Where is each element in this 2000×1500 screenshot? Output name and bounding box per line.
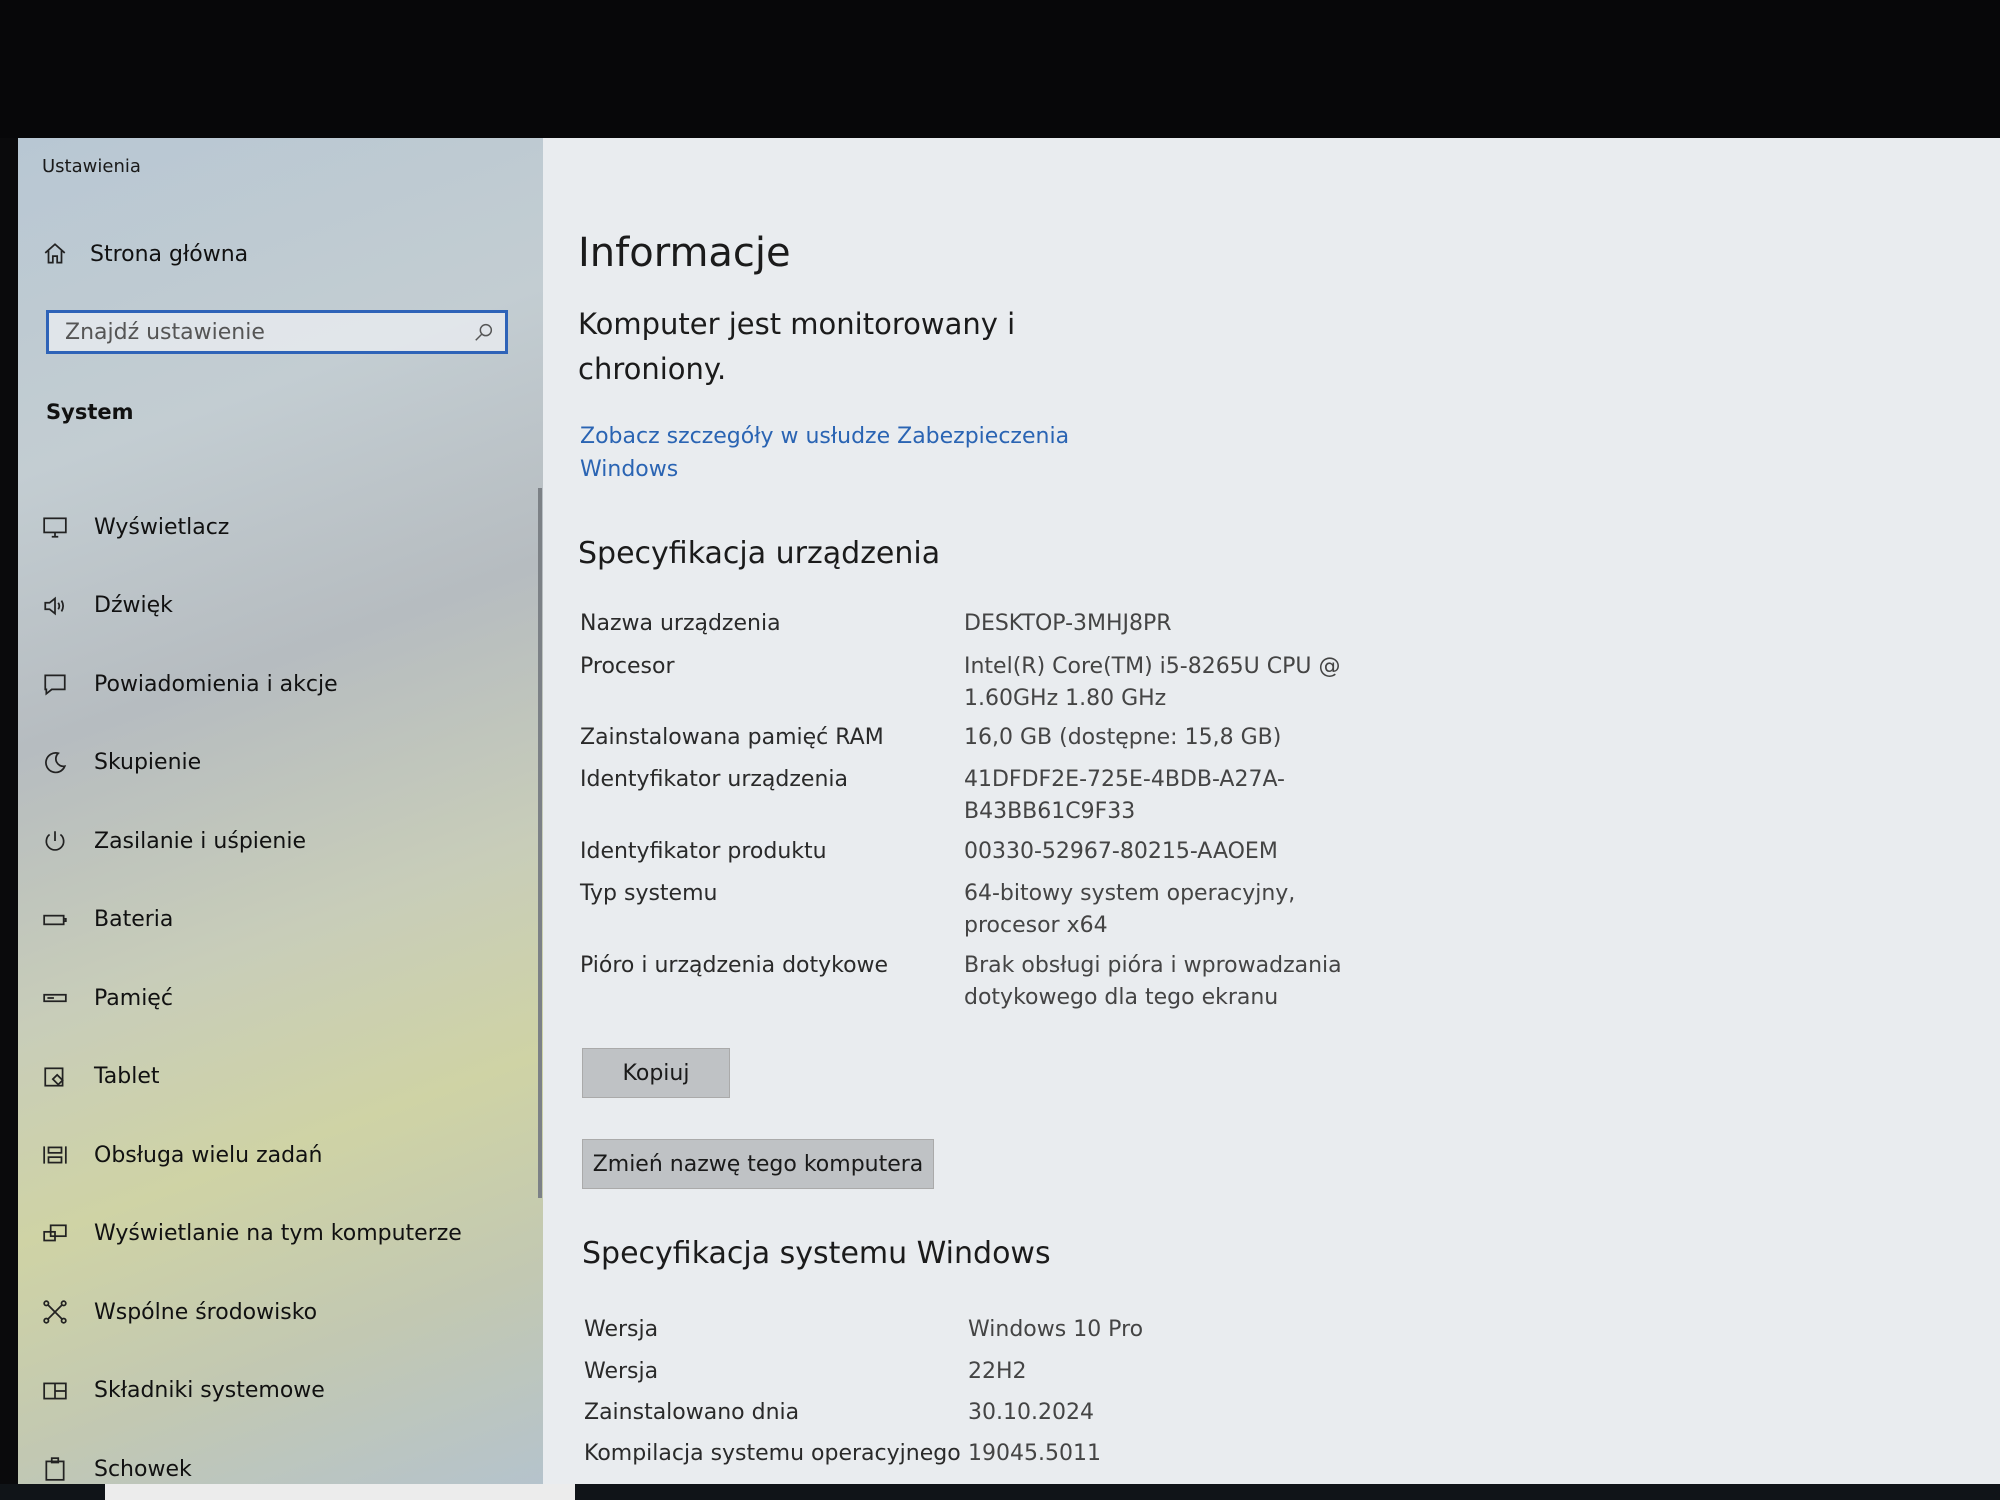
battery-icon [43,914,67,925]
projecting-icon [43,1224,67,1242]
power-icon [45,831,65,852]
spec-row: Zainstalowano dnia 30.10.2024 [584,1397,1584,1438]
rename-pc-button[interactable]: Zmień nazwę tego komputera [582,1139,934,1189]
sidebar: Ustawienia Strona główna System Wyświetl… [18,138,543,1484]
sidebar-item-shared-experiences[interactable]: Wspólne środowisko [42,1273,522,1352]
spec-value: Intel(R) Core(TM) i5-8265U CPU @ 1.60GHz… [964,654,1341,711]
device-spec-table: Nazwa urządzenia DESKTOP-3MHJ8PR Proceso… [580,608,1580,1022]
settings-window: Ustawienia Strona główna System Wyświetl… [18,138,2000,1484]
spec-key: Pióro i urządzenia dotykowe [580,953,889,978]
page-title: Informacje [578,230,791,276]
spec-key: Zainstalowano dnia [584,1400,800,1425]
sidebar-item-label: Tablet [94,1064,160,1090]
notification-icon [44,674,66,696]
sidebar-item-power-sleep[interactable]: Zasilanie i uśpienie [42,802,522,881]
sidebar-item-clipboard[interactable]: Schowek [42,1430,522,1484]
spec-value: 19045.5011 [968,1441,1101,1466]
windows-spec-table: Wersja Windows 10 Pro Wersja 22H2 Zainst… [584,1314,1584,1479]
security-details-link[interactable]: Zobacz szczegóły w usłudze Zabezpieczeni… [580,420,1100,486]
system-components-icon [43,1382,67,1400]
spec-key: Identyfikator urządzenia [580,767,848,792]
sidebar-item-label: Powiadomienia i akcje [94,671,338,697]
storage-icon [43,994,67,1003]
spec-value: 22H2 [968,1359,1027,1384]
multitasking-icon [43,1146,67,1164]
spec-row: Typ systemu 64-bitowy system operacyjny,… [580,878,1580,950]
sidebar-scrollbar[interactable] [538,488,542,1198]
taskbar-search-area[interactable] [105,1484,575,1500]
sidebar-item-label: Wspólne środowisko [94,1299,318,1325]
sidebar-item-tablet[interactable]: Tablet [42,1038,522,1117]
spec-row: Identyfikator urządzenia 41DFDF2E-725E-4… [580,764,1580,836]
spec-value: 16,0 GB (dostępne: 15,8 GB) [964,725,1282,750]
sidebar-item-label: Strona główna [90,241,249,267]
spec-row: Pióro i urządzenia dotykowe Brak obsługi… [580,950,1580,1022]
tablet-icon [44,1067,64,1087]
sidebar-item-label: Schowek [94,1456,192,1482]
monitor-icon [43,517,67,538]
spec-key: Wersja [584,1359,659,1384]
sidebar-item-sound[interactable]: Dźwięk [42,567,522,646]
search-box[interactable] [46,310,508,354]
sidebar-item-label: Dźwięk [94,593,173,619]
spec-row: Kompilacja systemu operacyjnego 19045.50… [584,1438,1584,1479]
spec-value: 64-bitowy system operacyjny, procesor x6… [964,881,1296,938]
spec-value: Brak obsługi pióra i wprowadzania dotyko… [964,953,1342,1010]
sidebar-item-label: Obsługa wielu zadań [94,1142,323,1168]
spec-key: Procesor [580,654,675,679]
sidebar-item-label: Bateria [94,907,174,933]
copy-button[interactable]: Kopiuj [582,1048,730,1098]
sidebar-item-battery[interactable]: Bateria [42,881,522,960]
spec-row: Nazwa urządzenia DESKTOP-3MHJ8PR [580,608,1580,651]
spec-key: Kompilacja systemu operacyjnego [584,1441,961,1466]
sidebar-nav: Wyświetlacz Dźwięk Powiadomienia i akcje… [42,488,522,1484]
sidebar-section-title: System [46,400,134,424]
home-icon [44,243,66,264]
spec-key: Wersja [584,1317,659,1342]
sidebar-item-system-components[interactable]: Składniki systemowe [42,1352,522,1431]
window-title: Ustawienia [42,156,141,177]
spec-value: DESKTOP-3MHJ8PR [964,611,1172,636]
windows-spec-heading: Specyfikacja systemu Windows [582,1236,1051,1271]
spec-key: Typ systemu [580,881,718,906]
spec-row: Wersja 22H2 [584,1356,1584,1397]
spec-row: Wersja Windows 10 Pro [584,1314,1584,1356]
spec-value: 30.10.2024 [968,1400,1094,1425]
spec-key: Zainstalowana pamięć RAM [580,725,884,750]
sidebar-item-notifications[interactable]: Powiadomienia i akcje [42,645,522,724]
spec-row: Zainstalowana pamięć RAM 16,0 GB (dostęp… [580,722,1580,764]
sidebar-item-display[interactable]: Wyświetlacz [42,488,522,567]
sidebar-item-storage[interactable]: Pamięć [42,959,522,1038]
sidebar-item-label: Składniki systemowe [94,1378,325,1404]
sidebar-item-label: Wyświetlanie na tym komputerze [94,1221,462,1247]
spec-value: Windows 10 Pro [968,1317,1144,1342]
sidebar-item-focus[interactable]: Skupienie [42,724,522,803]
spec-key: Nazwa urządzenia [580,611,781,636]
sidebar-item-multitasking[interactable]: Obsługa wielu zadań [42,1116,522,1195]
spec-key: Identyfikator produktu [580,839,827,864]
search-input[interactable] [63,318,467,346]
speaker-icon [44,596,64,616]
protection-status: Komputer jest monitorowany i chroniony. [578,307,1016,386]
sidebar-item-home[interactable]: Strona główna [42,234,248,274]
device-spec-heading: Specyfikacja urządzenia [578,536,941,571]
moon-icon [45,751,67,773]
spec-row: Procesor Intel(R) Core(TM) i5-8265U CPU … [580,651,1580,722]
clipboard-icon [45,1457,65,1481]
sidebar-item-label: Zasilanie i uśpienie [94,828,307,854]
search-icon[interactable] [473,321,495,343]
monitor-bezel [0,0,2000,138]
sidebar-item-label: Wyświetlacz [94,514,230,540]
spec-value: 00330-52967-80215-AAOEM [964,839,1278,864]
spec-row: Identyfikator produktu 00330-52967-80215… [580,836,1580,878]
sidebar-item-label: Pamięć [94,985,173,1011]
spec-value: 41DFDF2E-725E-4BDB-A27A-B43BB61C9F33 [964,767,1285,824]
sidebar-item-label: Skupienie [94,750,202,776]
shared-experiences-icon [43,1300,67,1324]
sidebar-item-projecting[interactable]: Wyświetlanie na tym komputerze [42,1195,522,1274]
